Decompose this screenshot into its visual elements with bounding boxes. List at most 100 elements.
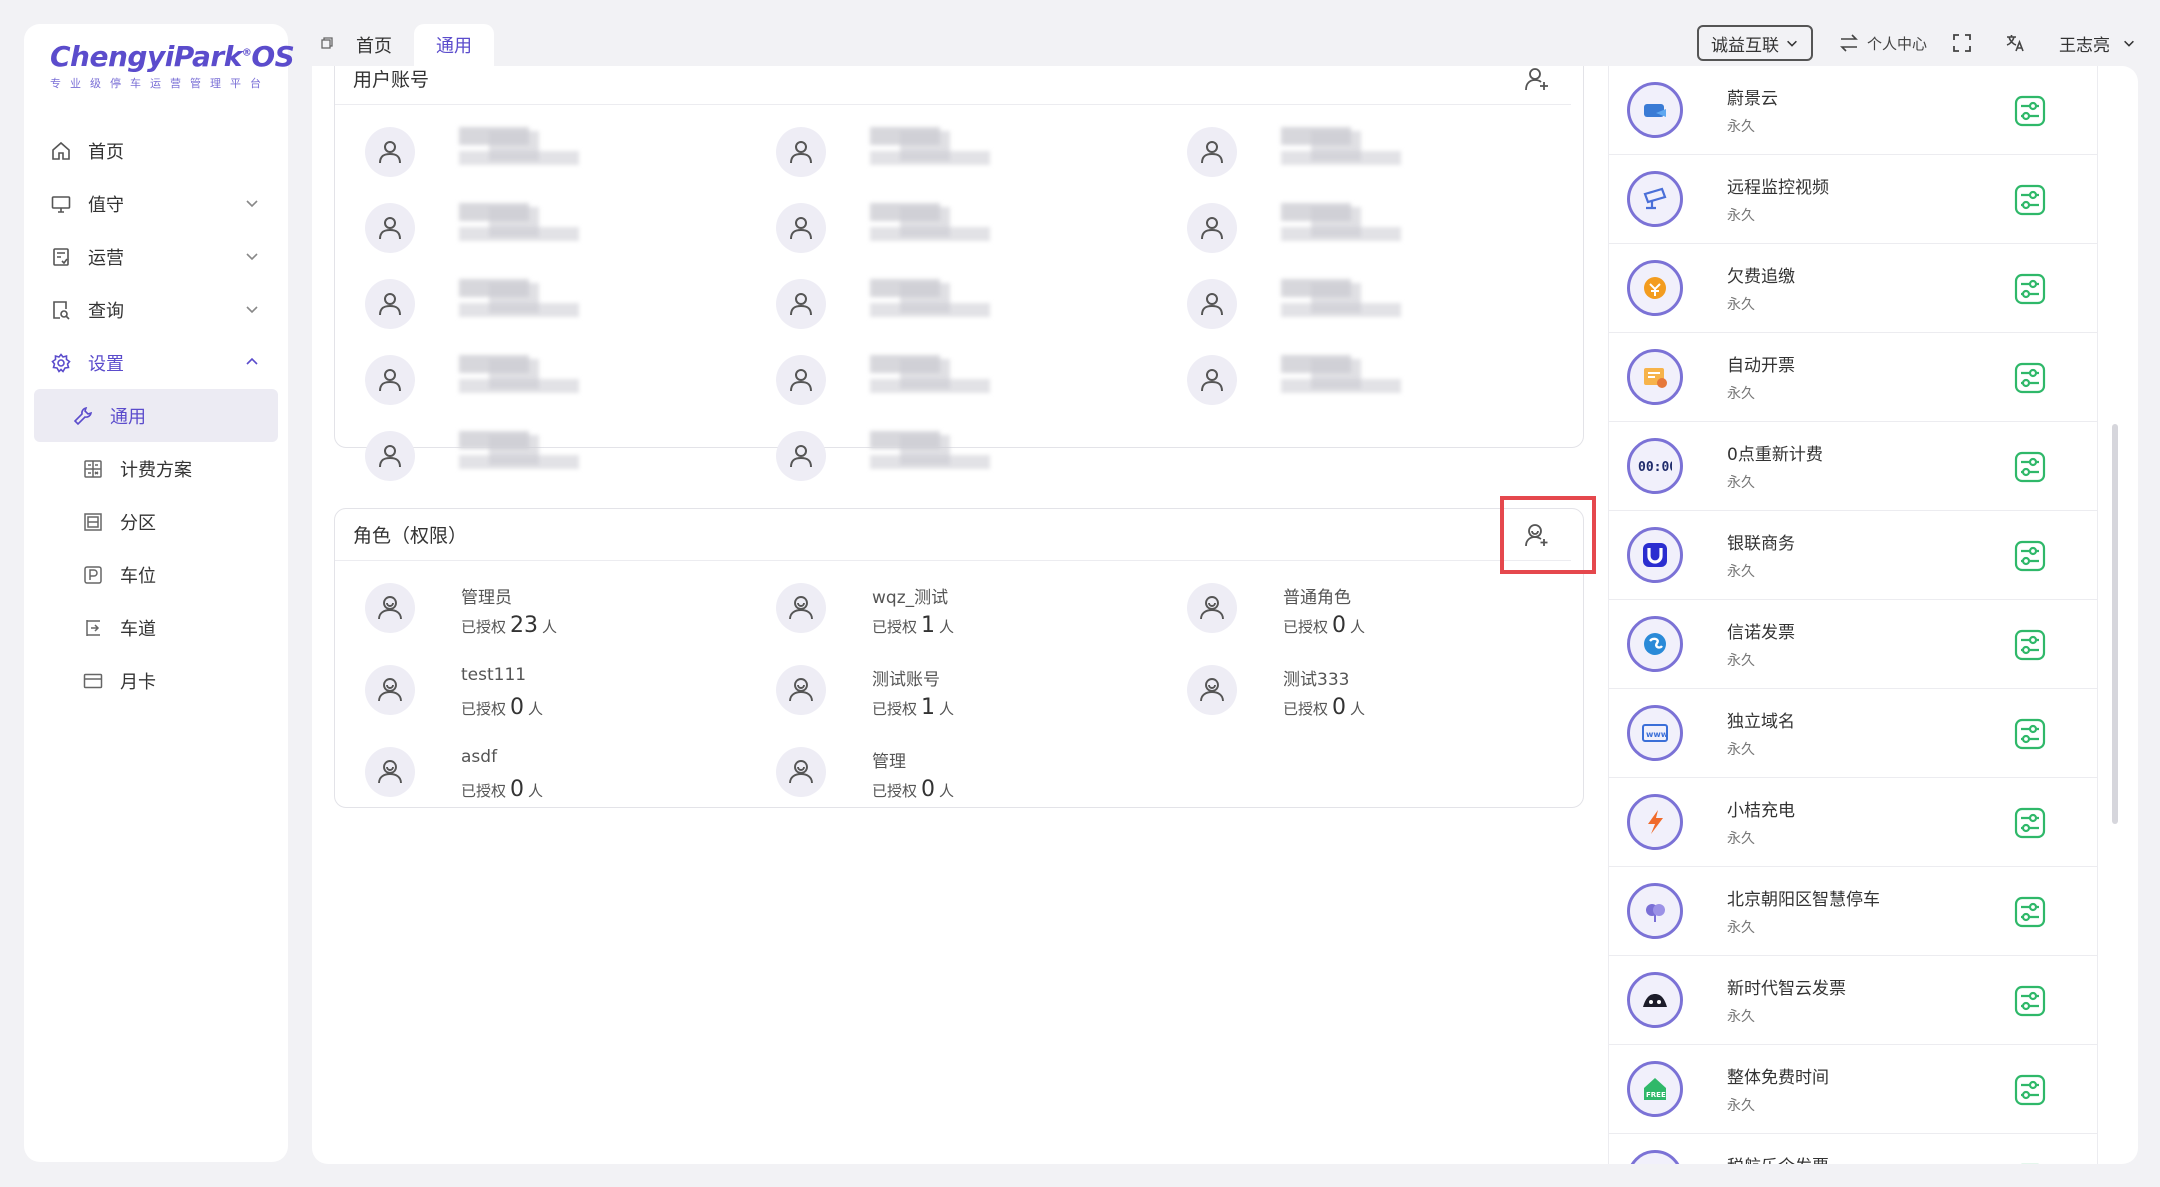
- logo-subtitle: 专业级停车运营管理平台: [50, 77, 270, 90]
- user-accounts-card: 用户账号: [334, 66, 1587, 481]
- logo: ChengyiPark®OS 专业级停车运营管理平台: [50, 40, 295, 91]
- scrollbar[interactable]: [2112, 424, 2118, 824]
- app-settings-toggle[interactable]: [2013, 450, 2047, 484]
- parking-icon: [82, 564, 104, 586]
- sidebar-subitem-general[interactable]: 通用: [34, 389, 278, 442]
- sidebar-item-query[interactable]: 查询: [24, 283, 288, 336]
- role-item[interactable]: 管理 已授权 0 人: [776, 741, 1176, 811]
- user-account-item[interactable]: [1187, 349, 1587, 409]
- role-name: 普通角色: [1283, 588, 1351, 608]
- user-account-item[interactable]: [776, 425, 1176, 485]
- sidebar-subitem-monthly-card[interactable]: 月卡: [34, 654, 278, 707]
- app-term: 永久: [1727, 208, 1755, 224]
- app-name: 远程监控视频: [1727, 178, 1829, 198]
- card-header: 用户账号: [335, 66, 1571, 105]
- role-item[interactable]: test111 已授权 0 人: [365, 659, 765, 729]
- sidebar-subitem-zone[interactable]: 分区: [34, 495, 278, 548]
- app-settings-toggle[interactable]: [2013, 272, 2047, 306]
- calculator-icon: [82, 458, 104, 480]
- language-button[interactable]: [2005, 33, 2033, 53]
- app-settings-toggle[interactable]: [2013, 1162, 2047, 1164]
- search-doc-icon: [50, 299, 72, 321]
- app-settings-toggle[interactable]: [2013, 984, 2047, 1018]
- user-account-item[interactable]: [1187, 121, 1587, 181]
- user-account-item[interactable]: [365, 425, 765, 485]
- user-account-item[interactable]: [1187, 197, 1587, 257]
- sidebar-item-operation[interactable]: 运营: [24, 230, 288, 283]
- app-row: 远程监控视频 永久: [1609, 155, 2097, 244]
- user-avatar-icon: [776, 431, 826, 481]
- reset-clock-icon: 00:00: [1627, 438, 1683, 494]
- blurred-user-info: [870, 425, 990, 485]
- role-icon: [365, 747, 415, 797]
- user-account-item[interactable]: [776, 121, 1176, 181]
- arrears-collection-icon: [1627, 260, 1683, 316]
- user-account-item[interactable]: [1187, 273, 1587, 333]
- blurred-user-info: [870, 197, 990, 257]
- user-menu[interactable]: 王志亮: [2059, 31, 2136, 56]
- svg-text:00:00: 00:00: [1638, 460, 1672, 475]
- user-account-item[interactable]: [365, 121, 765, 181]
- add-user-button[interactable]: [1521, 66, 1553, 95]
- role-item[interactable]: 测试333 已授权 0 人: [1187, 659, 1587, 729]
- app-row: 自动开票 永久: [1609, 333, 2097, 422]
- sidebar-subitem-lane[interactable]: 车道: [34, 601, 278, 654]
- app-settings-toggle[interactable]: [2013, 806, 2047, 840]
- role-authorized-count: 已授权 1 人: [872, 613, 955, 638]
- surveillance-camera-icon: [1627, 171, 1683, 227]
- main-panel: 用户账号 角色（权限） 管理员 已授权 23 人 wqz_测试 已授权 1 人普通角色 已授权 0…: [312, 66, 2138, 1164]
- app-name: 北京朝阳区智慧停车: [1727, 890, 1880, 910]
- sidebar-item-settings[interactable]: 设置: [24, 336, 288, 389]
- role-authorized-count: 已授权 1 人: [872, 695, 955, 720]
- user-account-item[interactable]: [365, 273, 765, 333]
- app-settings-toggle[interactable]: [2013, 717, 2047, 751]
- app-row: 欠费追缴 永久: [1609, 244, 2097, 333]
- app-name: 小桔充电: [1727, 801, 1795, 821]
- app-settings-toggle[interactable]: [2013, 183, 2047, 217]
- app-term: 永久: [1727, 742, 1755, 758]
- user-avatar-icon: [776, 203, 826, 253]
- sidebar-item-label: 值守: [88, 194, 124, 216]
- fullscreen-icon: [1953, 34, 1971, 52]
- app-term: 永久: [1727, 920, 1755, 936]
- app-name: 独立域名: [1727, 712, 1795, 732]
- role-item[interactable]: 测试账号 已授权 1 人: [776, 659, 1176, 729]
- chevron-down-icon: [2124, 40, 2134, 47]
- blurred-user-info: [870, 349, 990, 409]
- user-account-item[interactable]: [365, 197, 765, 257]
- app-settings-toggle[interactable]: [2013, 628, 2047, 662]
- sidebar-item-home[interactable]: 首页: [24, 124, 288, 177]
- sidebar-subitem-parking-space[interactable]: 车位: [34, 548, 278, 601]
- user-account-item[interactable]: [776, 273, 1176, 333]
- personal-center-link[interactable]: 个人中心: [1839, 33, 1927, 54]
- user-account-item[interactable]: [365, 349, 765, 409]
- role-item[interactable]: wqz_测试 已授权 1 人: [776, 577, 1176, 647]
- fullscreen-button[interactable]: [1953, 34, 1979, 52]
- app-name: 0点重新计费: [1727, 445, 1823, 465]
- user-account-item[interactable]: [776, 349, 1176, 409]
- sidebar-item-label: 查询: [88, 300, 124, 322]
- user-account-item[interactable]: [776, 197, 1176, 257]
- app-settings-toggle[interactable]: [2013, 94, 2047, 128]
- tenant-select[interactable]: 诚益互联: [1696, 25, 1813, 61]
- tab-general[interactable]: 通用: [414, 24, 494, 66]
- svg-text:FREE: FREE: [1646, 1091, 1666, 1099]
- sidebar-item-duty[interactable]: 值守: [24, 177, 288, 230]
- app-row: 小桔充电 永久: [1609, 778, 2097, 867]
- tenant-name: 诚益互联: [1710, 35, 1779, 56]
- role-icon: [1187, 583, 1237, 633]
- app-settings-toggle[interactable]: [2013, 361, 2047, 395]
- role-item[interactable]: asdf 已授权 0 人: [365, 741, 765, 811]
- role-item[interactable]: 管理员 已授权 23 人: [365, 577, 765, 647]
- role-icon: [776, 583, 826, 633]
- tab-bar: 首页 通用: [312, 24, 494, 66]
- sidebar-item-label: 计费方案: [120, 459, 192, 481]
- user-avatar-icon: [365, 431, 415, 481]
- role-item[interactable]: 普通角色 已授权 0 人: [1187, 577, 1587, 647]
- app-settings-toggle[interactable]: [2013, 539, 2047, 573]
- app-list: 蔚景云永久远程监控视频永久欠费追缴永久自动开票永久00:000点重新计费永久银联…: [1608, 66, 2098, 1164]
- app-settings-toggle[interactable]: [2013, 1073, 2047, 1107]
- user-avatar-icon: [365, 279, 415, 329]
- sidebar-subitem-billing[interactable]: 计费方案: [34, 442, 278, 495]
- app-settings-toggle[interactable]: [2013, 895, 2047, 929]
